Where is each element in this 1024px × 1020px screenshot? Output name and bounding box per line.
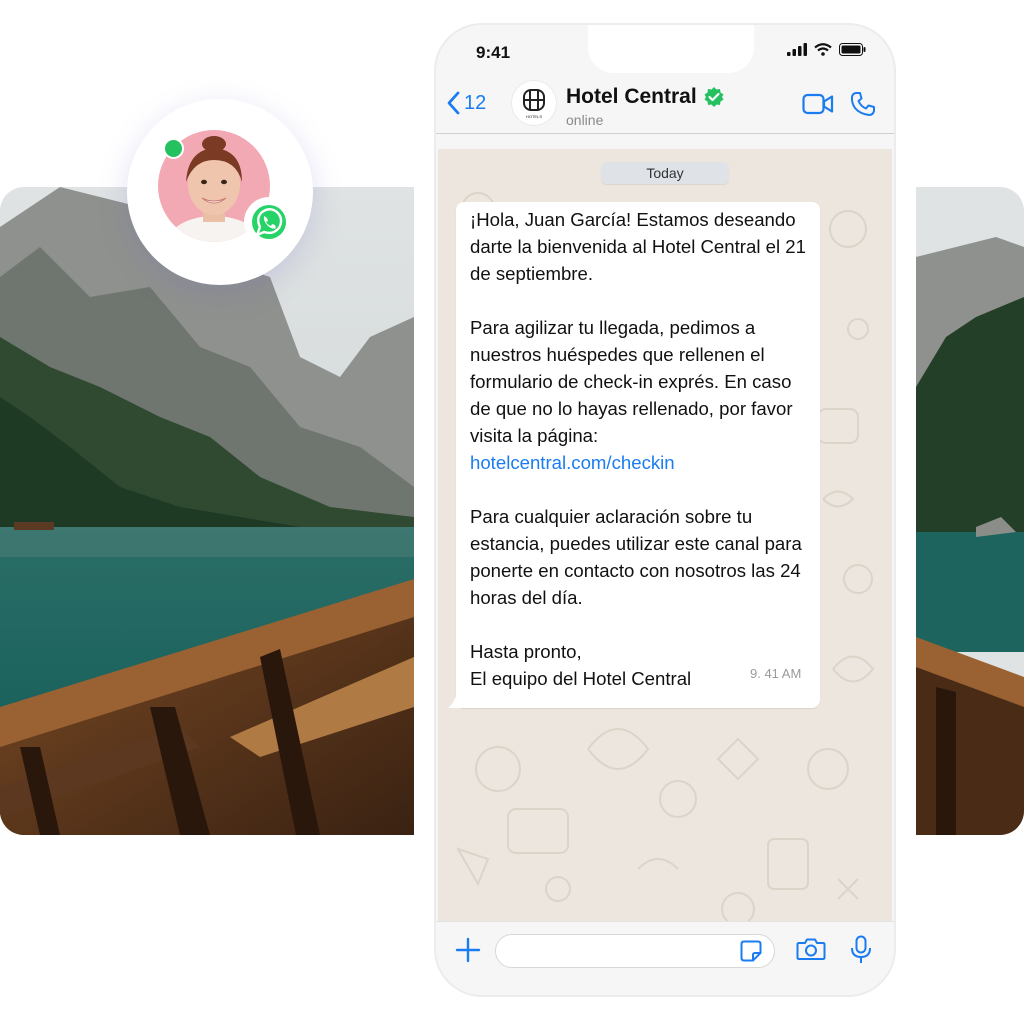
- message-checkin-text: Para agilizar tu llegada, pedimos a nues…: [470, 317, 793, 446]
- video-call-button[interactable]: [802, 93, 834, 120]
- video-camera-icon: [802, 93, 834, 115]
- back-button[interactable]: 12: [446, 91, 486, 115]
- message-input[interactable]: [495, 934, 775, 968]
- message-paragraph-checkin: Para agilizar tu llegada, pedimos a nues…: [470, 314, 816, 476]
- voice-call-button[interactable]: [850, 91, 876, 122]
- chat-header: 12 HOTELS Hotel Central online: [436, 81, 894, 134]
- microphone-icon: [851, 935, 871, 963]
- microphone-button[interactable]: [850, 935, 872, 970]
- sticker-button[interactable]: [740, 940, 762, 967]
- online-indicator: [163, 138, 184, 159]
- camera-icon: [796, 938, 826, 960]
- hotel-logo-caption: HOTELS: [526, 114, 542, 119]
- chevron-left-icon: [447, 91, 460, 115]
- status-bar-time: 9:41: [476, 43, 511, 62]
- phone-notch: [588, 25, 754, 73]
- date-separator: Today: [601, 162, 729, 184]
- verified-check-icon: [704, 87, 724, 107]
- checkin-link[interactable]: hotelcentral.com/checkin: [470, 452, 675, 473]
- contact-name-row[interactable]: Hotel Central: [566, 85, 725, 109]
- message-signoff: Hasta pronto, El equipo del Hotel Centra…: [470, 638, 816, 692]
- message-paragraph-contact: Para cualquier aclaración sobre tu estan…: [470, 506, 802, 608]
- attach-button[interactable]: [454, 936, 482, 969]
- back-count: 12: [464, 91, 487, 114]
- phone-icon: [850, 92, 875, 116]
- contact-status: online: [566, 112, 604, 128]
- sticker-icon: [740, 940, 762, 962]
- whatsapp-icon: [244, 197, 294, 247]
- status-bar-icons: [787, 43, 866, 56]
- chat-area[interactable]: Today ¡Hola, Juan García! Estamos desean…: [438, 149, 892, 921]
- message-composer: [436, 921, 894, 995]
- message-paragraph-greeting: ¡Hola, Juan García! Estamos deseando dar…: [470, 209, 806, 284]
- signal-icon: [787, 43, 807, 56]
- phone-frame: 9:41 12 HOTELS Hotel Central online Toda…: [436, 25, 894, 995]
- incoming-message-bubble[interactable]: ¡Hola, Juan García! Estamos deseando dar…: [456, 202, 820, 708]
- message-signoff-line-1: Hasta pronto,: [470, 641, 582, 662]
- camera-button[interactable]: [796, 937, 826, 966]
- battery-icon: [839, 43, 866, 56]
- hotel-logo[interactable]: HOTELS: [512, 81, 556, 125]
- message-signoff-line-2: El equipo del Hotel Central: [470, 668, 692, 689]
- wifi-icon: [814, 43, 832, 56]
- message-bubble-tail: [448, 689, 462, 708]
- plus-icon: [455, 937, 481, 963]
- contact-avatar-card: [127, 99, 313, 285]
- message-timestamp: 9. 41 AM: [750, 666, 802, 681]
- background-photo-lake-right: [916, 187, 1024, 835]
- contact-name: Hotel Central: [566, 85, 697, 108]
